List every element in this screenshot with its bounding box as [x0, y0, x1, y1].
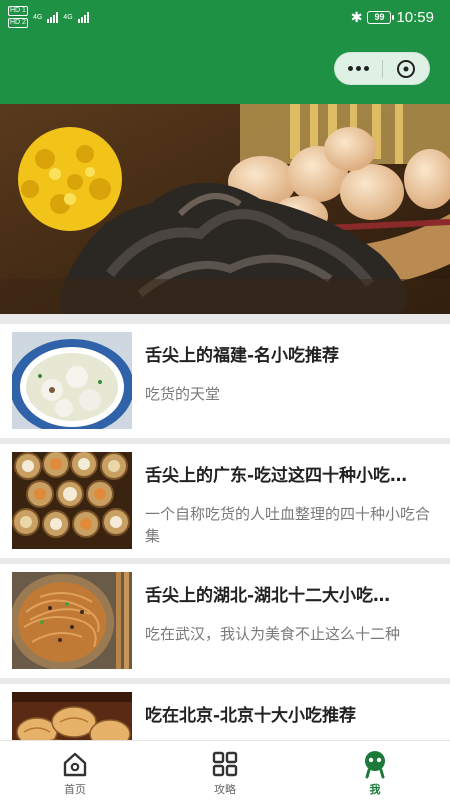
tab-me-label: 我 [369, 783, 381, 796]
tab-home-label: 首页 [64, 783, 86, 796]
article-desc: 一个自称吃货的人吐血整理的四十种小吃合集 [145, 505, 431, 545]
thumbnail-fujian [12, 332, 132, 429]
mini-program-capsule [334, 52, 430, 85]
sim1-badge: HD 1 [8, 6, 28, 16]
thumbnail-hubei [12, 572, 132, 669]
grid-icon [211, 749, 239, 779]
tab-guide[interactable]: 攻略 [150, 741, 300, 800]
banner-image[interactable] [0, 104, 450, 314]
list-item[interactable]: 舌尖上的福建-名小吃推荐 吃货的天堂 [0, 324, 450, 438]
signal-icon [47, 11, 59, 23]
status-right: ✱ 99 10:59 [351, 9, 434, 26]
home-icon [61, 749, 89, 779]
list-item[interactable]: 舌尖上的湖北-湖北十二大小吃… 吃在武汉，我认为美食不止这么十二种 [0, 564, 450, 678]
signal-area: HD 1 HD 2 4G 4G [8, 6, 89, 28]
article-title: 舌尖上的广东-吃过这四十种小吃… [145, 466, 408, 486]
network-type-2: 4G [63, 13, 73, 21]
sim-badges: HD 1 HD 2 [8, 6, 28, 28]
article-title: 舌尖上的湖北-湖北十二大小吃… [145, 586, 391, 606]
tab-home[interactable]: 首页 [0, 741, 150, 800]
battery-icon: 99 [367, 11, 395, 24]
profile-icon [361, 749, 389, 779]
article-list: 舌尖上的福建-名小吃推荐 吃货的天堂 舌尖上的广东-吃过这四十种小吃… 一个自称… [0, 314, 450, 740]
article-desc: 吃货的天堂 [145, 385, 221, 403]
article-title: 舌尖上的福建-名小吃推荐 [145, 346, 340, 366]
close-circle-icon[interactable] [382, 53, 429, 84]
signal-icon-2 [77, 11, 89, 23]
tab-guide-label: 攻略 [214, 783, 236, 796]
status-bar: HD 1 HD 2 4G 4G ✱ 99 10:59 [0, 0, 450, 36]
article-desc: 吃在武汉，我认为美食不止这么十二种 [145, 625, 401, 643]
tab-me[interactable]: 我 [300, 741, 450, 800]
more-dots-icon[interactable] [335, 53, 382, 84]
list-item[interactable]: 舌尖上的广东-吃过这四十种小吃… 一个自称吃货的人吐血整理的四十种小吃合集 [0, 444, 450, 558]
article-title: 吃在北京-北京十大小吃推荐 [145, 706, 357, 726]
network-type: 4G [32, 13, 43, 21]
list-item[interactable]: 吃在北京-北京十大小吃推荐 [0, 684, 450, 740]
bluetooth-icon: ✱ [350, 9, 363, 25]
clock: 10:59 [396, 9, 434, 26]
sim2-badge: HD 2 [8, 18, 28, 28]
tab-bar: 首页 攻略 我 [0, 740, 450, 800]
thumbnail-beijing [12, 692, 132, 740]
thumbnail-guangdong [12, 452, 132, 549]
